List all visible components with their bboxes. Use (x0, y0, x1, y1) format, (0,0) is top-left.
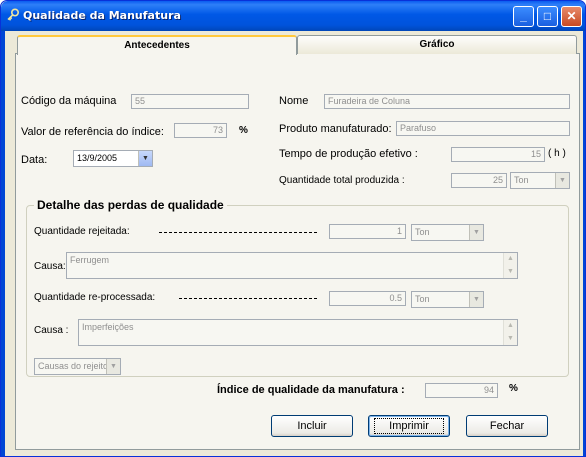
total-quantity-label: Quantidade total produzida : (279, 175, 405, 186)
production-time-label: Tempo de produção efetivo : (279, 148, 418, 160)
quality-index-field[interactable]: 94 (425, 383, 498, 398)
reference-value-field[interactable]: 73 (174, 123, 227, 138)
production-time-field[interactable]: 15 (451, 147, 545, 162)
window-title: Qualidade da Manufatura (23, 9, 181, 22)
minimize-button[interactable]: _ (513, 6, 534, 27)
cause2-scrollbar[interactable]: ▲ ▼ (503, 320, 517, 345)
close-icon: ✕ (566, 9, 577, 23)
name-field[interactable]: Furadeira de Coluna (324, 94, 570, 109)
chevron-down-icon[interactable]: ▼ (469, 292, 483, 307)
causes-dropdown-value: Causas do rejeito (38, 361, 109, 371)
chevron-down-icon[interactable]: ▼ (469, 225, 483, 240)
total-quantity-unit-select[interactable]: Ton ▼ (510, 172, 570, 189)
cause2-textarea[interactable]: Imperfeições ▲ ▼ (78, 319, 518, 346)
machine-code-field[interactable]: 55 (131, 94, 249, 109)
rejected-unit-select[interactable]: Ton ▼ (411, 224, 484, 241)
product-label: Produto manufaturado: (279, 123, 392, 135)
production-time-unit: ( h ) (548, 148, 566, 159)
reprocessed-unit-select[interactable]: Ton ▼ (411, 291, 484, 308)
maximize-icon: □ (543, 9, 552, 23)
cause1-label: Causa: (34, 261, 66, 272)
rejected-quantity-label: Quantidade rejeitada: (34, 226, 130, 237)
close-button-label: Fechar (489, 420, 525, 432)
print-button[interactable]: Imprimir (368, 415, 450, 437)
quality-index-label: Índice de qualidade da manufatura : (217, 384, 405, 396)
reprocessed-quantity-label: Quantidade re-processada: (34, 292, 156, 303)
cause1-scrollbar[interactable]: ▲ ▼ (503, 253, 517, 278)
chevron-down-icon[interactable]: ▼ (106, 359, 120, 374)
close-button[interactable]: Fechar (466, 415, 548, 437)
key-icon (7, 8, 20, 21)
date-label: Data: (21, 154, 48, 166)
tab-antecedentes[interactable]: Antecedentes (17, 35, 297, 55)
scroll-down-icon[interactable]: ▼ (504, 266, 517, 278)
reprocessed-quantity-field[interactable]: 0.5 (329, 291, 406, 306)
date-value: 13/9/2005 (77, 153, 118, 163)
close-window-button[interactable]: ✕ (561, 6, 582, 27)
rejected-unit-value: Ton (415, 227, 430, 237)
total-quantity-field[interactable]: 25 (451, 173, 507, 188)
machine-code-label: Código da máquina (21, 95, 117, 107)
product-field[interactable]: Parafuso (396, 121, 570, 136)
cause2-value: Imperfeições (82, 322, 134, 332)
rejected-leader-line (159, 232, 317, 233)
cause1-value: Ferrugem (70, 255, 110, 265)
chevron-down-icon[interactable]: ▼ (555, 173, 569, 188)
date-picker[interactable]: 13/9/2005 ▼ (73, 150, 153, 167)
chevron-down-icon[interactable]: ▼ (138, 151, 152, 166)
causes-dropdown[interactable]: Causas do rejeito ▼ (34, 358, 121, 375)
window-left-border (1, 31, 5, 456)
maximize-button[interactable]: □ (537, 6, 558, 27)
minimize-icon: _ (520, 9, 527, 23)
loss-detail-title: Detalhe das perdas de qualidade (34, 198, 227, 212)
reference-percent-unit: % (239, 125, 248, 136)
include-button[interactable]: Incluir (271, 415, 353, 437)
tab-grafico[interactable]: Gráfico (297, 35, 577, 54)
scroll-up-icon[interactable]: ▲ (504, 320, 517, 332)
quality-index-unit: % (509, 383, 518, 394)
app-window: Qualidade da Manufatura _ □ ✕ Antecedent… (0, 0, 586, 457)
print-button-label: Imprimir (374, 418, 444, 434)
scroll-up-icon[interactable]: ▲ (504, 253, 517, 265)
reprocessed-unit-value: Ton (415, 294, 430, 304)
name-label: Nome (279, 95, 309, 107)
total-quantity-unit-value: Ton (514, 175, 529, 185)
reprocessed-leader-line (179, 298, 317, 299)
include-button-label: Incluir (297, 420, 327, 432)
cause2-label: Causa : (34, 325, 69, 336)
cause1-textarea[interactable]: Ferrugem ▲ ▼ (66, 252, 518, 279)
scroll-down-icon[interactable]: ▼ (504, 333, 517, 345)
rejected-quantity-field[interactable]: 1 (329, 224, 406, 239)
reference-value-label: Valor de referência do índice: (21, 126, 164, 138)
title-bar[interactable]: Qualidade da Manufatura _ □ ✕ (1, 1, 585, 31)
